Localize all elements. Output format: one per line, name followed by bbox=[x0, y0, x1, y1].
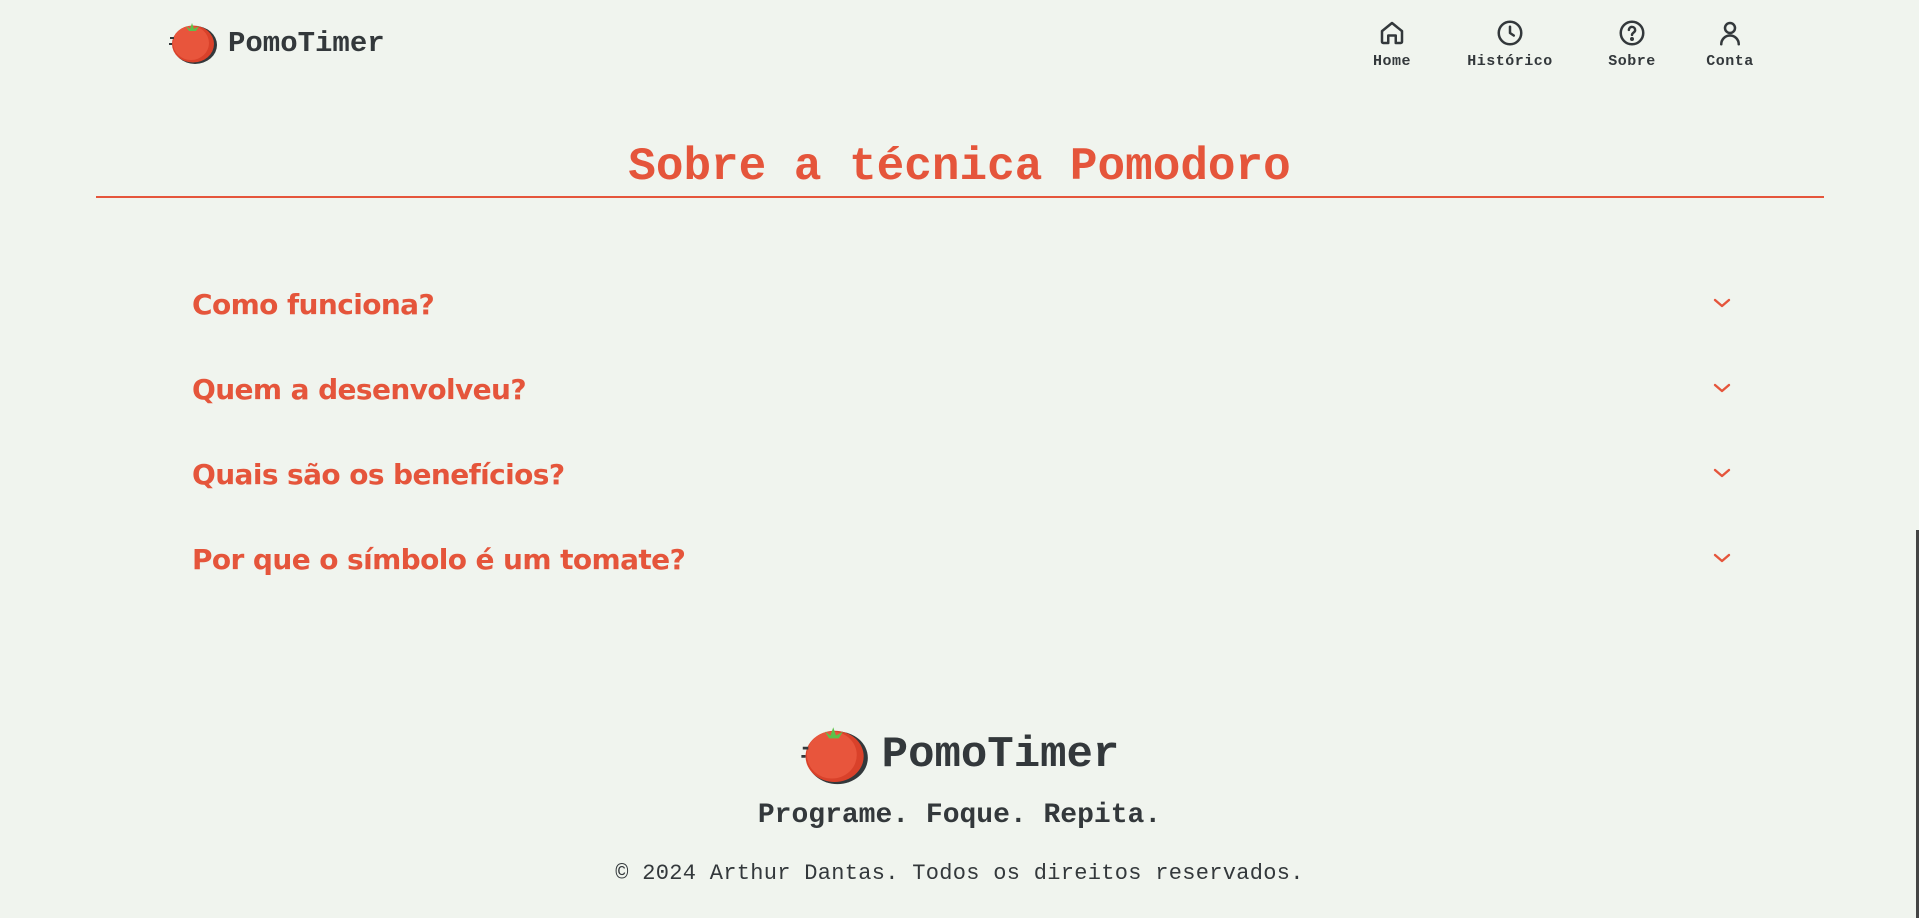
chevron-down-icon[interactable] bbox=[1712, 381, 1732, 395]
chevron-down-icon[interactable] bbox=[1712, 551, 1732, 565]
footer-copyright: © 2024 Arthur Dantas. Todos os direitos … bbox=[615, 861, 1304, 886]
nav-label-home: Home bbox=[1372, 53, 1411, 70]
user-icon bbox=[1715, 18, 1745, 48]
main-nav: Home Histórico Sobre Conta bbox=[1360, 18, 1760, 78]
nav-label-sobre: Sobre bbox=[1608, 53, 1656, 70]
faq-accordion: Como funciona? Quem a desenvolveu? Quais… bbox=[192, 270, 1744, 610]
tomato-logo-icon bbox=[168, 20, 220, 66]
faq-question: Quais são os benefícios? bbox=[192, 458, 565, 491]
chevron-down-icon[interactable] bbox=[1712, 466, 1732, 480]
faq-question: Como funciona? bbox=[192, 288, 435, 321]
chevron-down-icon[interactable] bbox=[1712, 296, 1732, 310]
tomato-logo-icon bbox=[800, 723, 872, 787]
nav-item-historico[interactable]: Histórico bbox=[1455, 18, 1565, 70]
footer-tagline: Programe. Foque. Repita. bbox=[757, 800, 1162, 831]
nav-item-home[interactable]: Home bbox=[1360, 18, 1424, 70]
page-title: Sobre a técnica Pomodoro bbox=[628, 141, 1291, 193]
nav-label-conta: Conta bbox=[1706, 53, 1754, 70]
footer-brand-name: PomoTimer bbox=[881, 730, 1120, 780]
faq-question: Quem a desenvolveu? bbox=[192, 373, 527, 406]
faq-item-beneficios[interactable]: Quais são os benefícios? bbox=[192, 440, 1744, 525]
faq-item-como-funciona[interactable]: Como funciona? bbox=[192, 270, 1744, 355]
site-header: PomoTimer Home Histórico Sobre Conta bbox=[0, 0, 1919, 90]
nav-item-sobre[interactable]: Sobre bbox=[1597, 18, 1667, 70]
brand-name: PomoTimer bbox=[228, 26, 385, 60]
title-divider bbox=[96, 196, 1824, 198]
faq-item-quem-desenvolveu[interactable]: Quem a desenvolveu? bbox=[192, 355, 1744, 440]
brand-link[interactable]: PomoTimer bbox=[168, 20, 385, 66]
nav-item-conta[interactable]: Conta bbox=[1695, 18, 1765, 70]
clock-icon bbox=[1495, 18, 1525, 48]
faq-item-simbolo-tomate[interactable]: Por que o símbolo é um tomate? bbox=[192, 525, 1744, 610]
nav-label-historico: Histórico bbox=[1467, 53, 1553, 70]
footer-brand: PomoTimer bbox=[0, 720, 1919, 790]
site-footer: PomoTimer Programe. Foque. Repita. © 202… bbox=[0, 720, 1919, 886]
home-icon bbox=[1377, 18, 1407, 48]
help-circle-icon bbox=[1617, 18, 1647, 48]
faq-question: Por que o símbolo é um tomate? bbox=[192, 543, 686, 576]
